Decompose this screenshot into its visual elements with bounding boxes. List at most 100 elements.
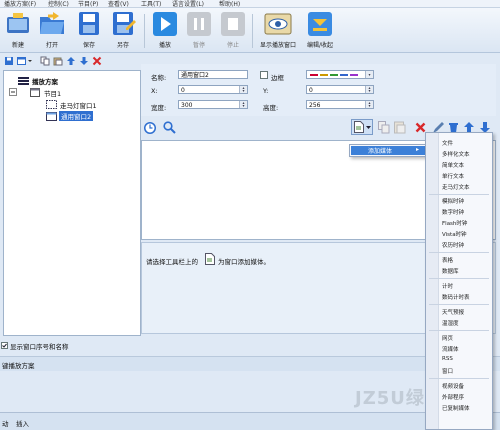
width-field[interactable]: 300 ▴ ▾	[178, 100, 248, 109]
menu-item-lunar-clock[interactable]: 农历时钟	[442, 241, 464, 249]
add-media-submenu[interactable]: 添加媒体 ▸	[349, 144, 429, 157]
open-button[interactable]: 打开	[36, 11, 68, 51]
y-value: 0	[309, 87, 313, 94]
plan-status-label: 键播放方案	[2, 362, 35, 370]
tree-program-label[interactable]: 节目1	[44, 88, 61, 98]
width-spinner[interactable]: ▴ ▾	[239, 101, 247, 108]
collapse-icon[interactable]	[9, 88, 17, 96]
clock-icon[interactable]	[143, 121, 157, 135]
new-button[interactable]: 新建	[4, 11, 32, 51]
new-document-icon	[7, 13, 29, 33]
toolbar-separator	[252, 14, 253, 48]
menu-item-temperature-humidity[interactable]: 温湿度	[442, 319, 459, 327]
menu-divider	[429, 304, 489, 305]
menu-item-webpage[interactable]: 网页	[442, 334, 453, 342]
copy-media-icon[interactable]	[378, 121, 390, 134]
status-prefix: 动	[2, 420, 9, 428]
display-window-button[interactable]: 显示播放窗口	[256, 11, 300, 51]
tree-root-label[interactable]: 播放方案	[32, 76, 58, 86]
paste-media-icon[interactable]	[394, 121, 406, 134]
border-label: 边框	[271, 74, 284, 82]
submenu-arrow-icon: ▸	[416, 146, 420, 153]
y-field[interactable]: 0 ▴ ▾	[306, 85, 374, 94]
menu-program[interactable]: 节目(P)	[78, 0, 98, 8]
menu-item-external-program[interactable]: 外部程序	[442, 393, 464, 401]
menu-item-streaming[interactable]: 流媒体	[442, 345, 459, 353]
height-spinner[interactable]: ▴ ▾	[365, 101, 373, 108]
x-label: X:	[151, 87, 158, 95]
menu-language[interactable]: 语言设置(L)	[172, 0, 204, 8]
menu-item-analog-clock[interactable]: 模拟时钟	[442, 197, 464, 205]
main-toolbar: 新建 打开 保存 另存 播放 暂停 停止 显示播放窗口 编辑/收起	[0, 8, 500, 53]
menu-item-video-device[interactable]: 视频设备	[442, 382, 464, 390]
menu-item-marquee-text[interactable]: 走马灯文本	[442, 183, 470, 191]
width-value: 300	[181, 102, 193, 109]
menu-item-table[interactable]: 表格	[442, 256, 453, 264]
window-add-icon[interactable]	[17, 56, 27, 66]
hint-suffix-text: 为窗口添加媒体。	[218, 258, 270, 266]
marquee-window-icon	[46, 100, 57, 109]
menu-control[interactable]: 控制(C)	[48, 0, 69, 8]
paste-icon[interactable]	[53, 56, 63, 66]
name-field[interactable]: 通用窗口2	[178, 70, 248, 79]
copy-icon[interactable]	[40, 56, 50, 66]
menu-file[interactable]: 播放方案(F)	[4, 0, 36, 8]
x-spinner[interactable]: ▴ ▾	[239, 86, 247, 93]
search-icon[interactable]	[163, 121, 176, 134]
menu-bar: 播放方案(F) 控制(C) 节目(P) 查看(V) 工具(T) 语言设置(L) …	[0, 0, 500, 8]
dropdown-arrow-icon[interactable]	[27, 56, 33, 66]
delete-icon[interactable]	[92, 56, 102, 66]
menu-item-rss[interactable]: RSS	[442, 356, 453, 362]
menu-gutter	[426, 133, 439, 429]
stop-button[interactable]: 停止	[218, 11, 248, 51]
border-style-select[interactable]: ▾	[306, 70, 374, 79]
add-media-button[interactable]	[351, 119, 373, 135]
play-icon	[153, 12, 177, 36]
save-disk-icon	[79, 12, 99, 35]
menu-item-digital-clock[interactable]: 数字时钟	[442, 208, 464, 216]
media-type-menu: 文件 多样化文本 简单文本 单行文本 走马灯文本 模拟时钟 数字时钟 Flash…	[425, 132, 493, 430]
menu-divider	[429, 330, 489, 331]
menu-item-single-line-text[interactable]: 单行文本	[442, 172, 464, 180]
height-label: 高度:	[263, 104, 279, 112]
pause-button[interactable]: 暂停	[184, 11, 214, 51]
save-small-icon[interactable]	[4, 56, 14, 66]
tree-item-general-window[interactable]: 通用窗口2	[59, 111, 94, 121]
menu-item-vista-clock[interactable]: Vista时钟	[442, 230, 467, 238]
menu-view[interactable]: 查看(V)	[108, 0, 129, 8]
menu-item-flash-clock[interactable]: Flash时钟	[442, 219, 467, 227]
menu-item-digital-timer[interactable]: 数码计时表	[442, 293, 470, 301]
y-spinner[interactable]: ▴ ▾	[365, 86, 373, 93]
menu-item-copied-media[interactable]: 已复制媒体	[442, 404, 470, 412]
edit-collapse-button[interactable]: 编辑/收起	[302, 11, 338, 51]
save-as-button[interactable]: 另存	[108, 11, 138, 51]
display-window-icon	[264, 13, 292, 35]
menu-item-simple-text[interactable]: 简单文本	[442, 161, 464, 169]
menu-item-rich-text[interactable]: 多样化文本	[442, 150, 470, 158]
general-window-icon	[46, 112, 57, 121]
x-field[interactable]: 0 ▴ ▾	[178, 85, 248, 94]
show-names-checkbox[interactable]	[1, 342, 8, 349]
open-folder-icon	[40, 12, 64, 34]
y-label: Y:	[263, 87, 269, 95]
move-up-icon[interactable]	[66, 56, 76, 66]
menu-help[interactable]: 帮助(H)	[219, 0, 240, 8]
height-field[interactable]: 256 ▴ ▾	[306, 100, 374, 109]
menu-item-file[interactable]: 文件	[442, 139, 453, 147]
menu-item-database[interactable]: 数据库	[442, 267, 459, 275]
program-icon	[30, 88, 40, 97]
save-button[interactable]: 保存	[74, 11, 104, 51]
stop-icon	[221, 12, 245, 36]
chevron-down-icon[interactable]: ▾	[365, 71, 373, 78]
menu-tools[interactable]: 工具(T)	[141, 0, 161, 8]
menu-item-timer[interactable]: 计时	[442, 282, 453, 290]
move-down-icon[interactable]	[79, 56, 89, 66]
menu-item-weather[interactable]: 天气预报	[442, 308, 464, 316]
play-button[interactable]: 播放	[150, 11, 180, 51]
menu-item-window[interactable]: 窗口	[442, 367, 453, 375]
tree-item-marquee-window[interactable]: 走马灯窗口1	[60, 100, 97, 110]
border-checkbox[interactable]	[260, 71, 268, 79]
name-label: 名称:	[151, 74, 167, 82]
x-value: 0	[181, 87, 185, 94]
chevron-down-icon	[366, 126, 371, 129]
